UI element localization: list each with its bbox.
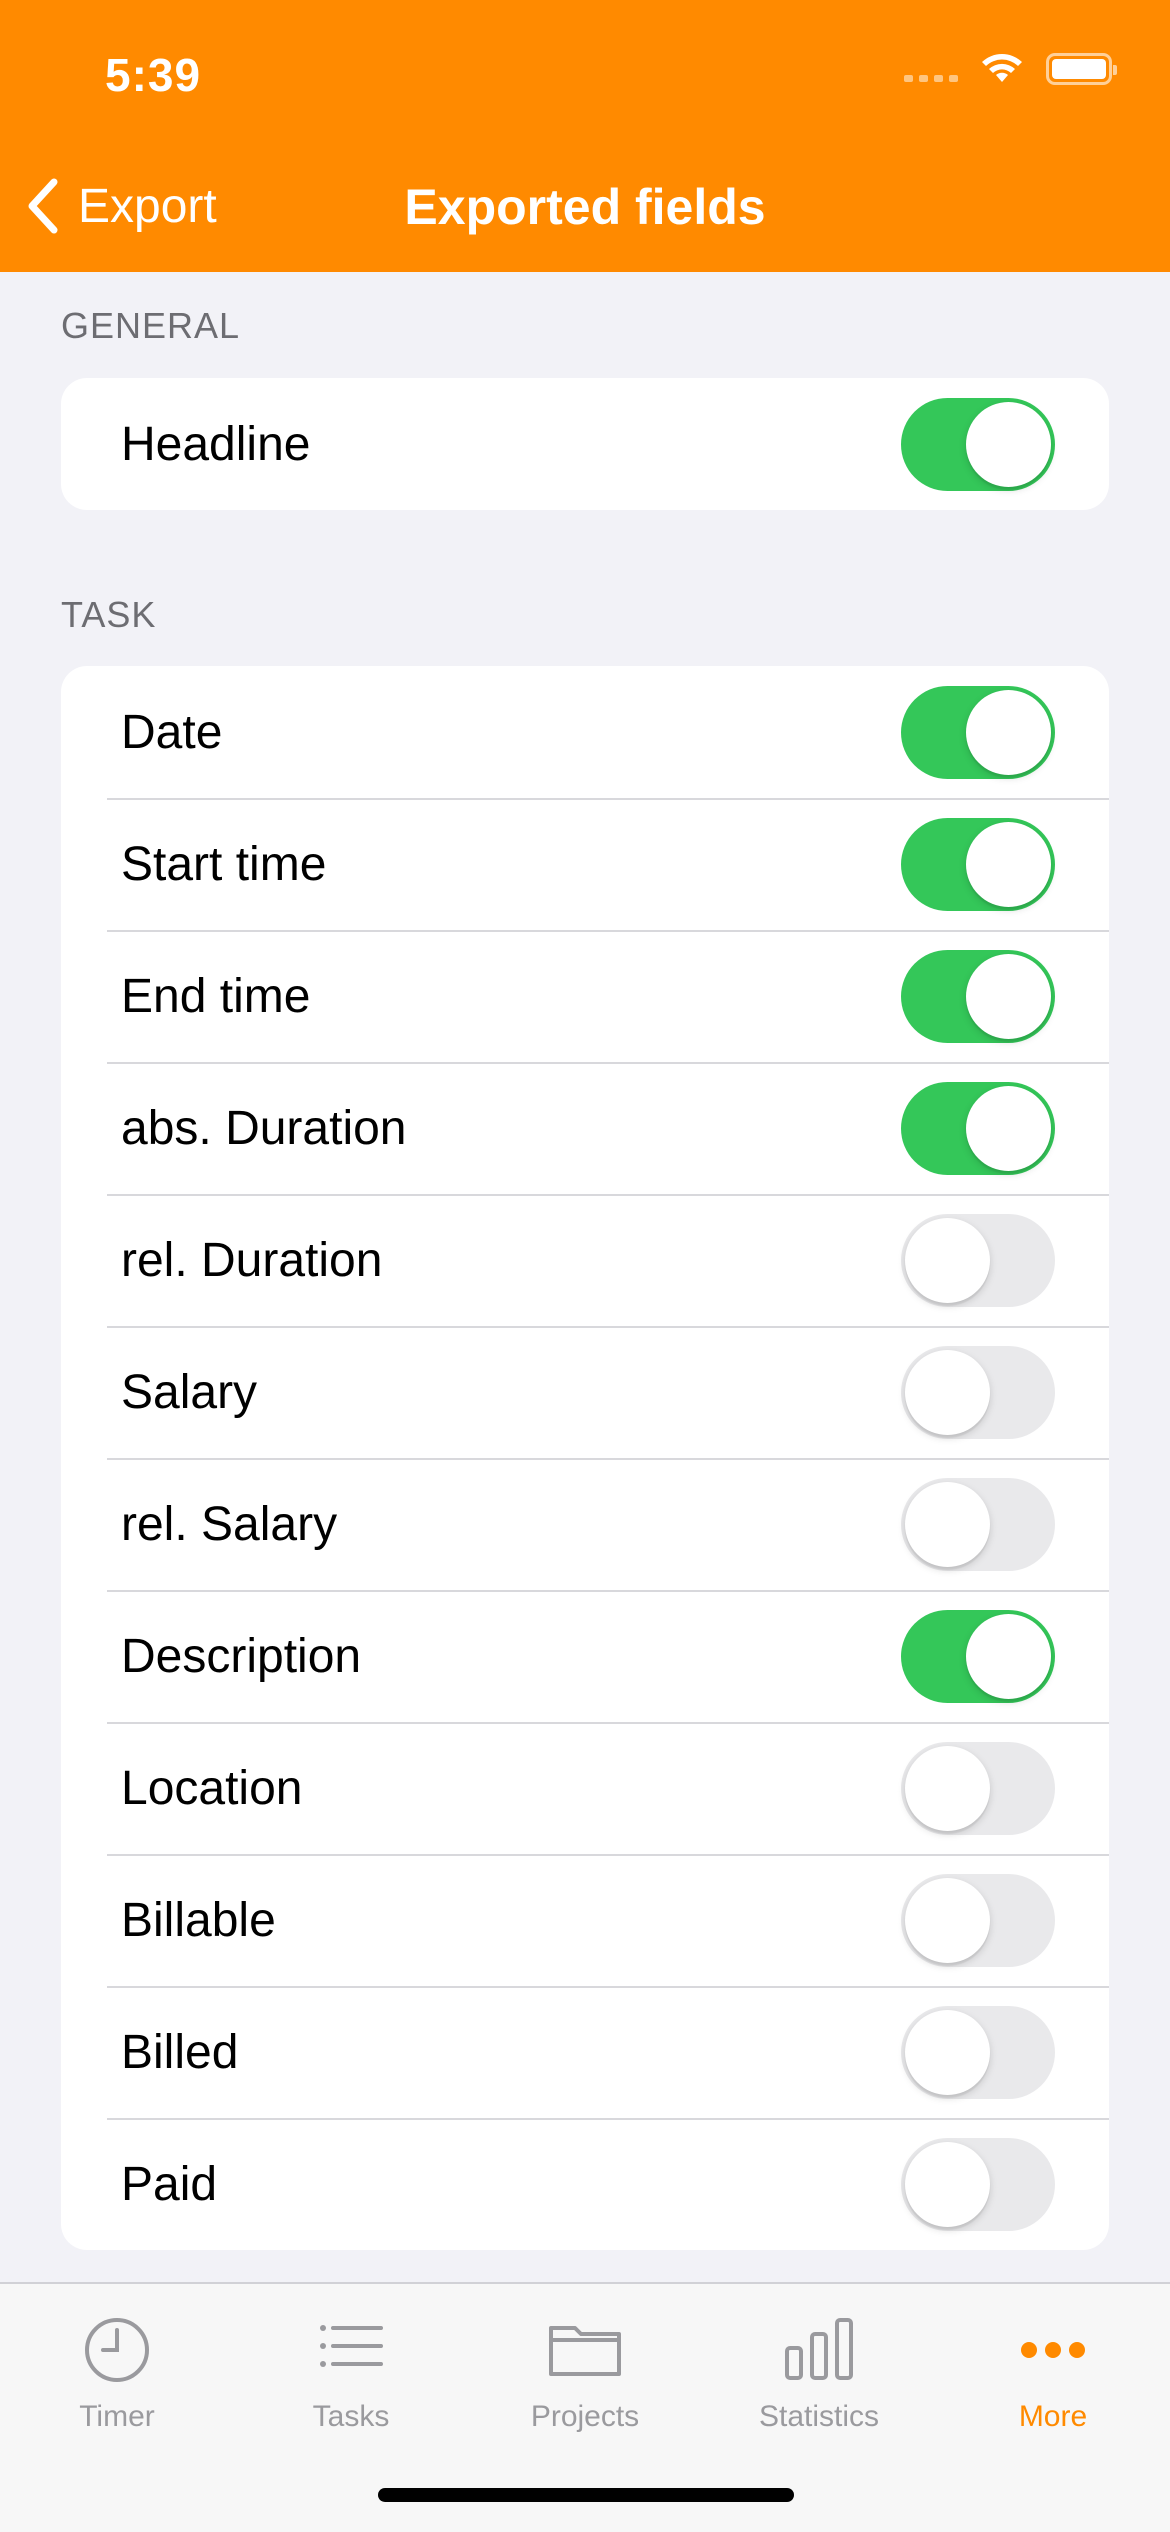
list-row: Paid [61,2118,1109,2250]
page-title: Exported fields [404,179,766,235]
tab-projects[interactable]: Projects [468,2284,702,2474]
status-icons [904,52,1117,86]
list-row: rel. Salary [61,1458,1109,1590]
date-toggle[interactable] [901,686,1055,779]
list-row: Start time [61,798,1109,930]
rel-salary-toggle[interactable] [901,1478,1055,1571]
list-row: Salary [61,1326,1109,1458]
list-row: abs. Duration [61,1062,1109,1194]
location-toggle[interactable] [901,1742,1055,1835]
bar-chart-icon [785,2318,853,2380]
end-time-toggle[interactable] [901,950,1055,1043]
general-group: Headline [61,378,1109,510]
row-label: abs. Duration [121,1101,407,1155]
tab-label: Statistics [758,2400,880,2433]
list-row: End time [61,930,1109,1062]
tab-more[interactable]: More [936,2284,1170,2474]
rel-duration-toggle[interactable] [901,1214,1055,1307]
navigation-bar: 5:39 Export Exported fields [0,0,1170,272]
clock-icon [85,2318,149,2382]
task-group: Date Start time End time abs. Duration r… [61,666,1109,2250]
tab-timer[interactable]: Timer [0,2284,234,2474]
tab-label: Projects [530,2400,640,2433]
row-label: Location [121,1761,303,1815]
headline-toggle[interactable] [901,398,1055,491]
row-label: Description [121,1629,362,1683]
abs-duration-toggle[interactable] [901,1082,1055,1175]
cellular-signal-icon [904,74,958,82]
row-label: Start time [121,837,327,891]
more-dots-icon [1021,2342,1085,2358]
wifi-icon [982,54,1022,82]
list-icon [320,2325,383,2367]
list-row: Location [61,1722,1109,1854]
list-row: Headline [61,378,1109,510]
tab-label: Timer [79,2400,155,2433]
folder-icon [549,2326,621,2376]
description-toggle[interactable] [901,1610,1055,1703]
section-header-task: TASK [61,594,157,635]
status-time: 5:39 [105,49,202,101]
battery-icon [1046,53,1117,85]
start-time-toggle[interactable] [901,818,1055,911]
row-label: Headline [121,417,311,471]
billable-toggle[interactable] [901,1874,1055,1967]
home-indicator [378,2488,794,2502]
row-label: End time [121,969,311,1023]
list-row: rel. Duration [61,1194,1109,1326]
list-row: Description [61,1590,1109,1722]
section-header-general: GENERAL [61,305,241,346]
list-row: Billed [61,1986,1109,2118]
row-label: Billed [121,2025,239,2079]
list-row: Billable [61,1854,1109,1986]
row-label: Salary [121,1365,258,1419]
row-label: Paid [121,2157,218,2211]
tab-label: Tasks [312,2400,390,2433]
salary-toggle[interactable] [901,1346,1055,1439]
tab-tasks[interactable]: Tasks [234,2284,468,2474]
list-row: Date [61,666,1109,798]
row-label: rel. Duration [121,1233,383,1287]
row-label: Date [121,705,223,759]
paid-toggle[interactable] [901,2138,1055,2231]
row-label: rel. Salary [121,1497,338,1551]
tab-statistics[interactable]: Statistics [702,2284,936,2474]
row-label: Billable [121,1893,276,1947]
billed-toggle[interactable] [901,2006,1055,2099]
tab-label: More [1018,2400,1088,2433]
